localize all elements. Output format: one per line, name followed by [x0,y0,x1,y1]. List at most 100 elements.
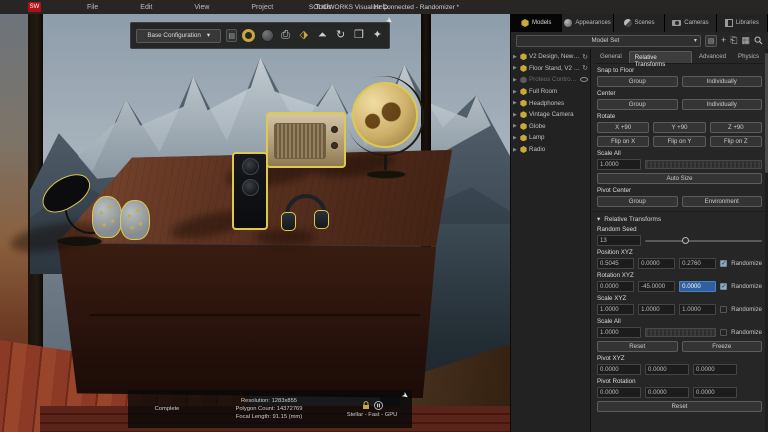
tab-general[interactable]: General [595,51,627,63]
lock-icon[interactable] [362,400,370,410]
pack-project-icon[interactable]: ❒ [352,27,365,44]
tree-item-radio[interactable]: ▶ Radio [511,144,590,156]
rotation-y-field[interactable]: -45.0000 [638,281,676,292]
expand-caret-icon[interactable]: ▶ [513,135,518,141]
model-set-list-button[interactable]: ▤ [705,34,718,47]
tree-item-globe[interactable]: ▶ Globe [511,121,590,133]
globe-model[interactable] [352,82,418,148]
search-icon[interactable] [754,36,763,45]
headphone-cup-left[interactable] [281,212,296,231]
model-set-dropdown[interactable]: Model Set ▾ [516,34,702,47]
auto-size-button[interactable]: Auto Size [597,173,762,184]
pivot-z-field[interactable]: 0.0000 [693,364,737,375]
tab-scenes[interactable]: Scenes [613,14,666,32]
pivot-rot-x-field[interactable]: 0.0000 [597,387,641,398]
add-model-set-icon[interactable]: + [721,36,726,45]
position-y-field[interactable]: 0.0000 [638,258,676,269]
pivot-y-field[interactable]: 0.0000 [645,364,689,375]
output-tools-icon[interactable]: ⎙ [279,27,292,44]
radio-model[interactable] [266,112,346,168]
rotation-z-field[interactable]: 0.0000 [679,281,717,292]
turntable-icon[interactable]: ↻ [334,27,347,44]
position-randomize-checkbox[interactable]: ✓ [720,260,728,267]
scale-z-field[interactable]: 1.0000 [679,304,717,315]
menu-file[interactable]: File [87,4,98,11]
appearances-sphere-icon[interactable] [260,27,274,44]
rotate-z90-button[interactable]: Z +90 [709,122,762,133]
pivot-environment-button[interactable]: Environment [681,196,762,207]
position-x-field[interactable]: 0.5045 [597,258,635,269]
scale-all-field[interactable]: 1.0000 [597,159,641,170]
expand-caret-icon[interactable]: ▶ [513,77,518,83]
scale-y-field[interactable]: 1.0000 [638,304,676,315]
snap-individually-button[interactable]: Individually [681,76,762,87]
center-individually-button[interactable]: Individually [681,99,762,110]
lamp-base[interactable] [56,236,102,247]
pivot-group-button[interactable]: Group [597,196,678,207]
menu-help[interactable]: Help [374,4,388,11]
expand-caret-icon[interactable]: ▶ [513,54,518,60]
rt-scale-all-slider[interactable] [645,328,717,337]
tree-item-floor-stand[interactable]: ▶ Floor Stand, V2 (D... ↻ [511,63,590,75]
configuration-dropdown[interactable]: Base Configuration ▾ [136,28,222,43]
pivot-rot-z-field[interactable]: 0.0000 [693,387,737,398]
expand-caret-icon[interactable]: ▶ [513,65,518,71]
configuration-list-button[interactable]: ▤ [226,29,238,42]
rotate-x90-button[interactable]: X +90 [597,122,650,133]
position-z-field[interactable]: 0.2760 [679,258,717,269]
random-seed-slider[interactable] [645,236,762,244]
slider-knob[interactable] [682,236,690,244]
center-group-button[interactable]: Group [597,99,678,110]
rt-freeze-button[interactable]: Freeze [681,341,762,352]
vintage-camera-model[interactable] [232,152,268,230]
visibility-eye-icon[interactable] [580,77,588,83]
menu-view[interactable]: View [194,4,209,11]
tree-item-proteus-controller[interactable]: ▶ Proteus Controller [511,74,590,86]
tree-item-full-room[interactable]: ▶ Full Room [511,86,590,98]
rotation-x-field[interactable]: 0.0000 [597,281,635,292]
rotate-y90-button[interactable]: Y +90 [653,122,706,133]
statusbar-pin-icon[interactable]: ➤ [400,390,411,401]
tab-libraries[interactable]: Libraries [716,14,768,32]
menu-edit[interactable]: Edit [140,4,152,11]
tree-item-lamp[interactable]: ▶ Lamp [511,132,590,144]
flip-x-button[interactable]: Flip on X [597,136,650,147]
pause-render-icon[interactable] [373,400,383,410]
fast-mode-icon[interactable]: ✦ [371,27,384,44]
snap-group-button[interactable]: Group [597,76,678,87]
menu-tools[interactable]: Tools [315,4,331,11]
scale-x-field[interactable]: 1.0000 [597,304,635,315]
random-seed-field[interactable]: 13 [597,235,641,246]
render-icon[interactable] [242,27,256,44]
expand-caret-icon[interactable]: ▶ [513,112,518,118]
scale-randomize-checkbox[interactable] [720,306,728,313]
rt-scale-all-randomize-checkbox[interactable] [720,329,728,336]
pivot-x-field[interactable]: 0.0000 [597,364,641,375]
expand-caret-icon[interactable]: ▶ [513,89,518,95]
scale-all-slider[interactable] [645,160,762,169]
expand-caret-icon[interactable]: ▶ [513,123,518,129]
rotation-randomize-checkbox[interactable]: ✓ [720,283,728,290]
tab-physics[interactable]: Physics [733,51,764,63]
save-icon[interactable]: ▦ [741,36,750,45]
flip-y-button[interactable]: Flip on Y [653,136,706,147]
tab-relative-transforms[interactable]: Relative Transforms [628,51,692,68]
headphones-model-right[interactable] [120,200,150,240]
reset-all-button[interactable]: Reset [597,401,762,412]
export-icon[interactable]: ⬗ [297,27,310,44]
headphone-cup-right[interactable] [314,210,329,229]
tab-cameras[interactable]: Cameras [665,14,717,32]
import-icon[interactable]: ⎗ [730,36,737,45]
flip-z-button[interactable]: Flip on Z [709,136,762,147]
scene-tree-icon[interactable]: ⏶ [316,27,329,44]
pivot-rot-y-field[interactable]: 0.0000 [645,387,689,398]
tab-models[interactable]: Models [511,14,563,32]
rt-reset-button[interactable]: Reset [597,341,678,352]
tree-item-headphones[interactable]: ▶ Headphones [511,97,590,109]
tree-item-vintage-camera[interactable]: ▶ Vintage Camera [511,109,590,121]
rt-scale-all-field[interactable]: 1.0000 [597,327,641,338]
expand-caret-icon[interactable]: ▶ [513,100,518,106]
3d-viewport[interactable]: Base Configuration ▾ ▤ ⎙ ⬗ ⏶ ↻ ❒ ✦ ➤ Com… [0,14,510,432]
menu-project[interactable]: Project [251,4,273,11]
relative-transforms-header[interactable]: ▾ Relative Transforms [597,215,762,224]
